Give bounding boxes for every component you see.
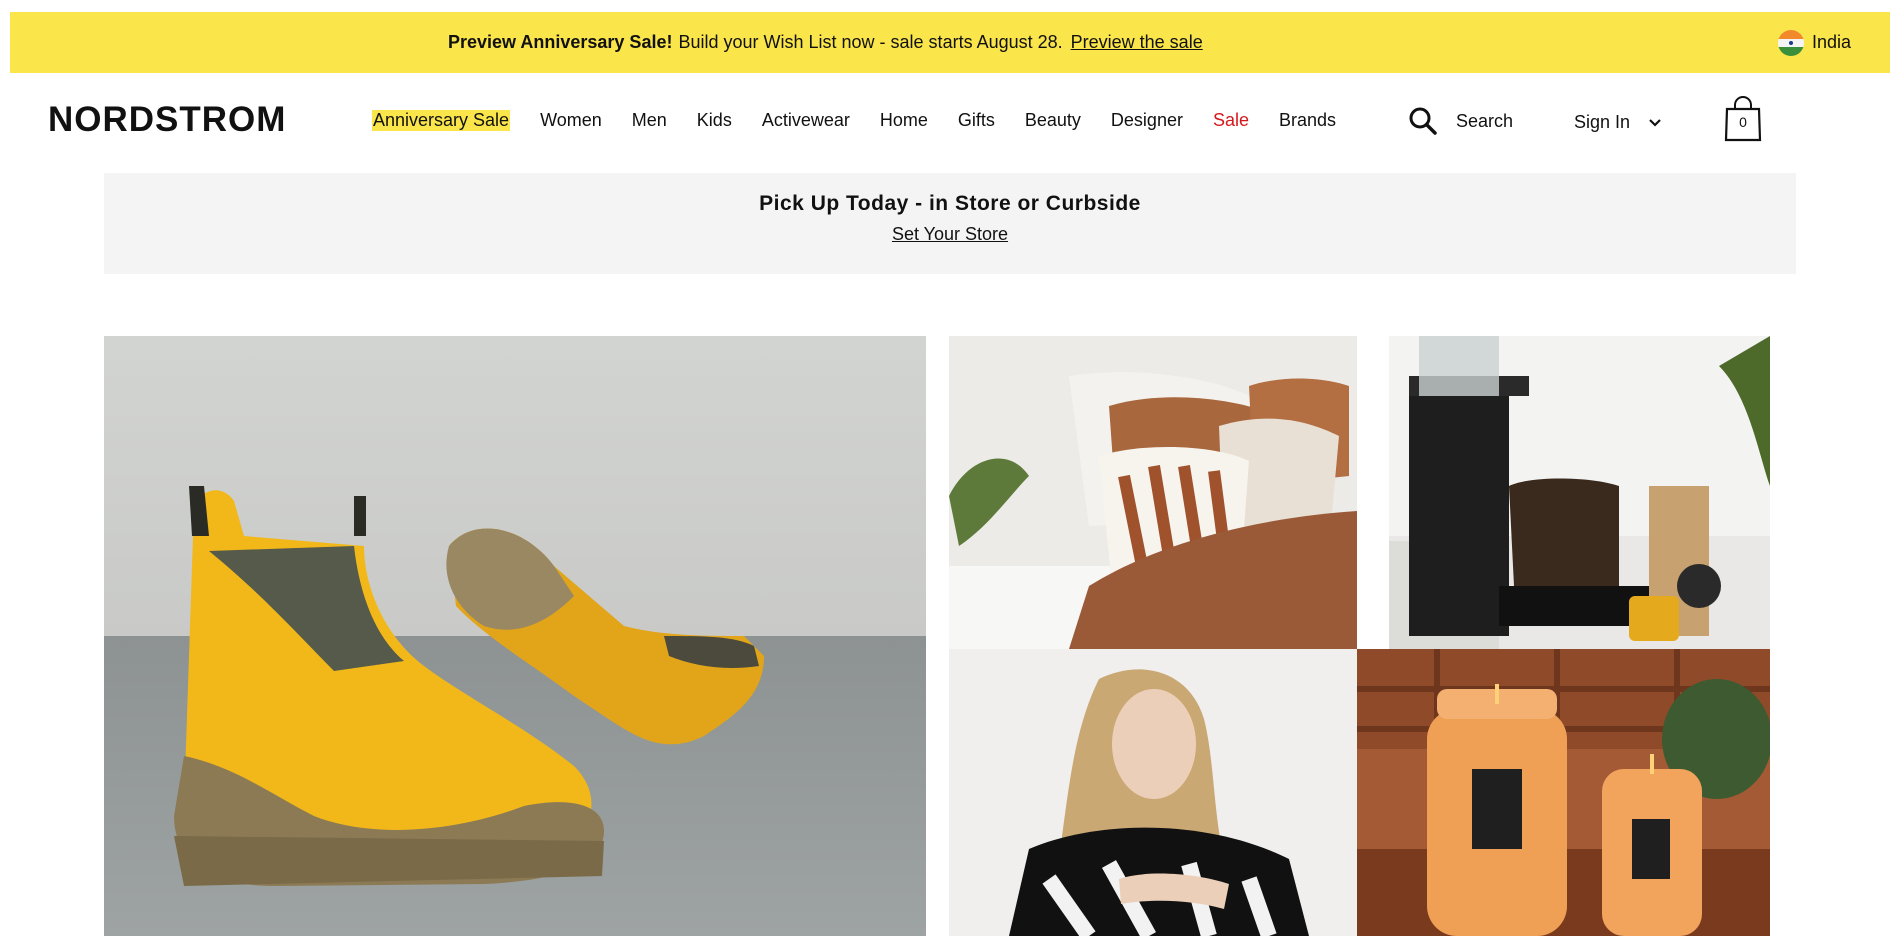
nav-item-designer[interactable]: Designer [1111, 110, 1183, 131]
search-label: Search [1456, 110, 1514, 131]
nav-item-men[interactable]: Men [632, 110, 667, 131]
nav-item-beauty[interactable]: Beauty [1025, 110, 1081, 131]
promo-text: Build your Wish List now - sale starts A… [678, 32, 1063, 52]
preview-sale-link[interactable]: Preview the sale [1071, 32, 1203, 53]
bag-count: 0 [1739, 114, 1747, 130]
nav-item-kids[interactable]: Kids [697, 110, 732, 131]
nav-item-gifts[interactable]: Gifts [958, 110, 995, 131]
nav-item-anniversary-sale[interactable]: Anniversary Sale [372, 110, 511, 131]
set-your-store-link[interactable]: Set Your Store [892, 224, 1008, 244]
sign-in-button[interactable]: Sign In [1574, 112, 1662, 133]
main-nav: Anniversary Sale Women Men Kids Activewe… [372, 110, 1366, 131]
nav-item-women[interactable]: Women [540, 110, 602, 131]
hero-image-candles[interactable] [1357, 649, 1770, 936]
chevron-down-icon [1649, 118, 1661, 127]
nav-item-home[interactable]: Home [880, 110, 928, 131]
nav-item-activewear[interactable]: Activewear [762, 110, 850, 131]
search-icon [1409, 107, 1437, 135]
hero-image-woman[interactable] [949, 649, 1357, 936]
nav-item-sale[interactable]: Sale [1213, 110, 1249, 131]
promo-banner: Preview Anniversary Sale! Build your Wis… [10, 12, 1890, 73]
sign-in-label: Sign In [1574, 112, 1631, 132]
india-flag-icon [1778, 29, 1804, 56]
country-label: India [1812, 32, 1852, 52]
hero-image-boots[interactable] [104, 336, 926, 936]
promo-message: Preview Anniversary Sale! Build your Wis… [448, 12, 1203, 73]
nav-item-brands[interactable]: Brands [1279, 110, 1336, 131]
hero-image-bedding[interactable] [949, 336, 1357, 649]
store-banner-title: Pick Up Today - in Store or Curbside [759, 192, 1141, 215]
search-button[interactable]: Search [1408, 106, 1513, 136]
hero-image-coffee-maker[interactable] [1389, 336, 1770, 649]
country-selector[interactable]: India [1778, 12, 1851, 73]
store-pickup-banner: Pick Up Today - in Store or Curbside Set… [104, 173, 1796, 274]
shopping-bag-button[interactable]: 0 [1724, 96, 1762, 142]
nordstrom-logo[interactable]: NORDSTROM [48, 100, 286, 140]
promo-bold-text: Preview Anniversary Sale! [448, 32, 673, 52]
